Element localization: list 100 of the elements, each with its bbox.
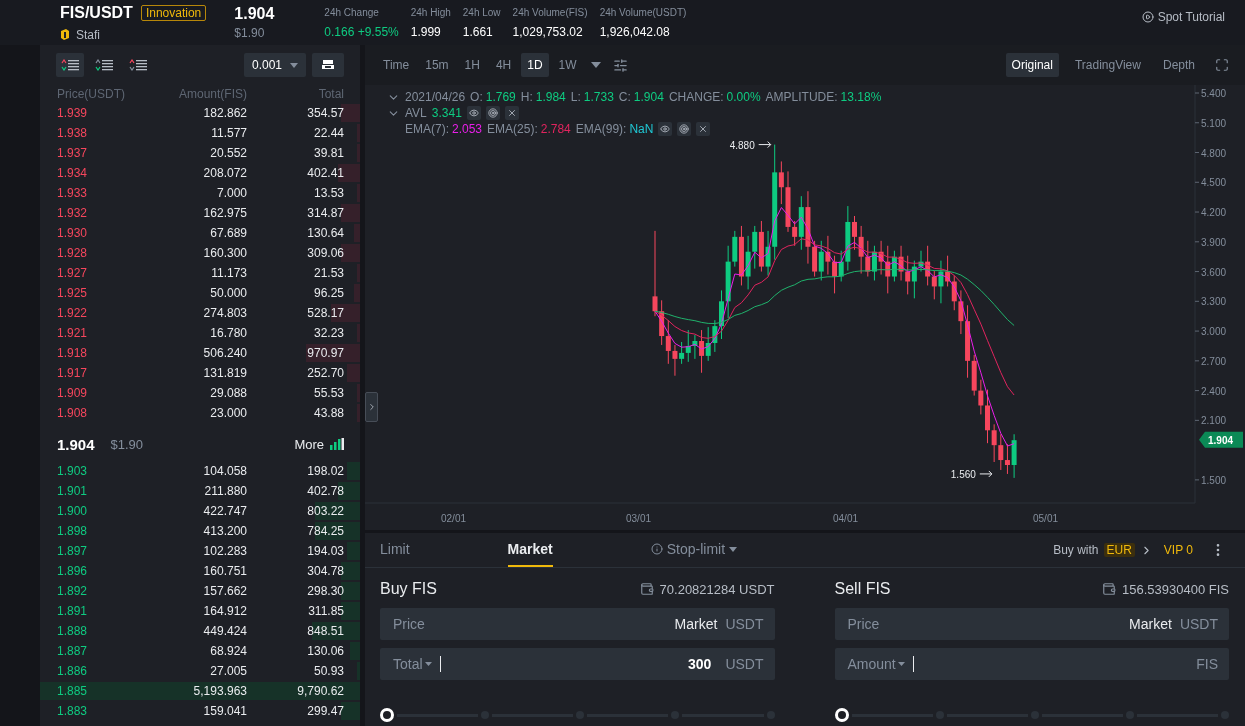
price-cell-text: 1.901 (57, 484, 89, 498)
layout-button[interactable] (312, 53, 344, 77)
amount-slider[interactable] (380, 708, 775, 722)
order-book-row[interactable]: 1.901 211.880 402.78 (40, 481, 360, 501)
info-icon (650, 543, 663, 555)
order-book-row[interactable]: 1.908 23.000 43.88 (40, 403, 360, 423)
order-book-row[interactable]: 1.922 274.803 528.17 (40, 303, 360, 323)
target-icon (679, 124, 690, 134)
price-usd: $1.90 (234, 26, 266, 40)
order-book-row[interactable]: 1.883 159.041 299.47 (40, 701, 360, 721)
amount-cell-text: 160.300 (202, 246, 247, 260)
target-button[interactable] (677, 122, 692, 136)
total-cell-text: 528.17 (306, 306, 344, 320)
legend-value: NaN (629, 122, 654, 136)
order-book-row[interactable]: 1.892 157.662 298.30 (40, 581, 360, 601)
currency-tag[interactable]: EUR (1103, 543, 1135, 557)
slider-thumb[interactable] (834, 708, 849, 722)
precision-dropdown[interactable]: 0.001 (243, 53, 306, 77)
field-unit: USDT (725, 616, 764, 632)
chart-view-tab[interactable]: Original (1005, 53, 1059, 77)
order-book-row[interactable]: 1.891 164.912 311.85 (40, 601, 360, 621)
y-axis-label: 3.000 (1201, 326, 1227, 338)
order-book-row[interactable]: 1.932 162.975 314.87 (40, 203, 360, 223)
interval-tab[interactable]: 4H (489, 53, 518, 77)
field-label: Price (847, 616, 880, 632)
legend-label: EMA(7): (405, 122, 449, 136)
order-book-row[interactable]: 1.939 182.862 354.57 (40, 103, 360, 123)
amount-cell-text: 29.088 (209, 386, 247, 400)
order-book-view-button[interactable] (56, 53, 84, 77)
price-cell-text: 1.900 (57, 504, 89, 518)
interval-tab[interactable]: 15m (419, 53, 455, 77)
amount-cell-text: 157.662 (202, 584, 247, 598)
price-cell-text: 1.938 (57, 126, 89, 140)
order-book-row[interactable]: 1.928 160.300 309.06 (40, 243, 360, 263)
order-book-row[interactable]: 1.925 50.000 96.25 (40, 283, 360, 303)
eye-icon (660, 124, 671, 134)
amount-type-dropdown[interactable]: Total (393, 656, 432, 672)
order-book-row[interactable]: 1.886 27.005 50.93 (40, 661, 360, 681)
field-value: Market (674, 616, 718, 632)
chart-view-tab[interactable]: TradingView (1068, 53, 1147, 77)
interval-tab[interactable]: 1D (521, 53, 549, 77)
total-cell-text: 55.53 (312, 386, 344, 400)
order-book-row[interactable]: 1.930 67.689 130.64 (40, 223, 360, 243)
order-book-row[interactable]: 1.887 68.924 130.06 (40, 641, 360, 661)
close-button[interactable] (504, 106, 519, 120)
amount-field[interactable]: Amount FIS (834, 648, 1229, 680)
order-book-row[interactable]: 1.918 506.240 970.97 (40, 343, 360, 363)
order-book-row[interactable]: 1.921 16.780 32.23 (40, 323, 360, 343)
interval-tab[interactable]: 1W (552, 53, 583, 77)
slider-thumb[interactable] (380, 708, 394, 722)
order-book-row[interactable]: 1.903 104.058 198.02 (40, 461, 360, 481)
order-type-tab[interactable]: Stop-limit (650, 533, 738, 567)
order-book-row[interactable]: 1.933 7.000 13.53 (40, 183, 360, 203)
price-cell-text: 1.896 (57, 564, 89, 578)
order-book-row[interactable]: 1.917 131.819 252.70 (40, 363, 360, 383)
close-button[interactable] (696, 122, 711, 136)
amount-cell-text: 449.424 (202, 624, 247, 638)
chart-view-tab[interactable]: Depth (1156, 53, 1201, 77)
total-cell-text: 314.87 (306, 206, 344, 220)
order-book-row[interactable]: 1.888 449.424 848.51 (40, 621, 360, 641)
order-book-row[interactable]: 1.938 11.577 22.44 (40, 123, 360, 143)
price-cell-text: 1.922 (57, 306, 89, 320)
price-cell-text: 1.888 (57, 624, 89, 638)
order-type-tab[interactable]: Limit (380, 533, 410, 567)
amount-input[interactable]: 300 (439, 656, 718, 672)
order-book-row[interactable]: 1.885 5,193.963 9,790.62 (40, 681, 360, 701)
stat-value: 1.661 (462, 24, 494, 39)
order-book-row[interactable]: 1.934 208.072 402.41 (40, 163, 360, 183)
available-balance: 156.53930400 FIS (1122, 581, 1229, 597)
order-book-row[interactable]: 1.896 160.751 304.78 (40, 561, 360, 581)
price-field[interactable]: Price Market USDT (834, 608, 1229, 640)
price-cell-text: 1.932 (57, 206, 89, 220)
amount-slider[interactable] (834, 708, 1229, 722)
amount-field[interactable]: Total 300 USDT (380, 648, 775, 680)
legend-label: AMPLITUDE: (765, 90, 838, 104)
y-axis-label: 4.500 (1201, 177, 1227, 189)
tutorial-link[interactable]: Spot Tutorial (1141, 9, 1225, 24)
target-button[interactable] (485, 106, 500, 120)
order-book-row[interactable]: 1.900 422.747 803.22 (40, 501, 360, 521)
legend-label: O: (470, 90, 483, 104)
amount-cell-text: 67.689 (209, 226, 247, 240)
amount-cell-text: 208.072 (202, 166, 247, 180)
price-tag-value: 1.904 (1208, 434, 1234, 446)
legend-label: AVL (405, 106, 427, 120)
interval-tab[interactable]: Time (377, 53, 416, 77)
order-type-tab[interactable]: Market (507, 533, 553, 567)
order-book-row[interactable]: 1.898 413.200 784.25 (40, 521, 360, 541)
more-button[interactable]: More (294, 436, 344, 452)
price-cell-text: 1.887 (57, 644, 89, 658)
amount-type-dropdown[interactable]: Amount (847, 656, 905, 672)
x-axis-label: 03/01 (626, 513, 652, 524)
order-book-row[interactable]: 1.909 29.088 55.53 (40, 383, 360, 403)
order-book-row[interactable]: 1.927 11.173 21.53 (40, 263, 360, 283)
visibility-button[interactable] (658, 122, 673, 136)
stat-value: 0.166 +9.55% (324, 24, 399, 39)
price-field[interactable]: Price Market USDT (380, 608, 775, 640)
visibility-button[interactable] (466, 106, 481, 120)
order-book-row[interactable]: 1.897 102.283 194.03 (40, 541, 360, 561)
interval-tab[interactable]: 1H (458, 53, 486, 77)
order-book-row[interactable]: 1.937 20.552 39.81 (40, 143, 360, 163)
